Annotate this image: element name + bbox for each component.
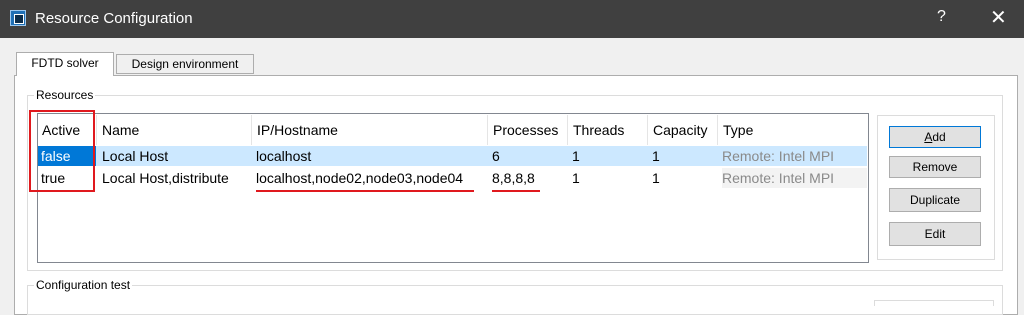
remove-button[interactable]: Remove — [889, 156, 981, 178]
tab-fdtd-solver[interactable]: FDTD solver — [16, 52, 114, 76]
annotation-underline-hostname — [256, 190, 474, 192]
column-header-hostname[interactable]: IP/Hostname — [252, 115, 488, 145]
app-icon — [10, 10, 26, 26]
column-header-processes[interactable]: Processes — [488, 115, 568, 145]
cell-capacity[interactable]: 1 — [652, 168, 660, 188]
cell-hostname[interactable]: localhost — [256, 146, 311, 166]
cell-name[interactable]: Local Host — [102, 146, 168, 166]
help-button[interactable]: ? — [937, 8, 946, 26]
annotation-box-active-column — [29, 110, 95, 192]
configuration-test-group — [27, 285, 1003, 315]
cell-type[interactable]: Remote: Intel MPI — [722, 146, 834, 166]
cell-threads[interactable]: 1 — [572, 168, 580, 188]
cell-name[interactable]: Local Host,distribute — [102, 168, 229, 188]
window-title: Resource Configuration — [35, 10, 193, 27]
column-header-name[interactable]: Name — [97, 115, 252, 145]
add-button-label: dd — [932, 130, 946, 144]
duplicate-button[interactable]: Duplicate — [889, 188, 981, 212]
add-button[interactable]: Add — [889, 126, 981, 148]
cell-processes[interactable]: 8,8,8,8 — [492, 168, 535, 188]
cell-processes[interactable]: 6 — [492, 146, 500, 166]
edit-button[interactable]: Edit — [889, 222, 981, 246]
column-header-threads[interactable]: Threads — [568, 115, 648, 145]
column-header-capacity[interactable]: Capacity — [648, 115, 718, 145]
column-header-type[interactable]: Type — [718, 115, 868, 145]
resources-legend: Resources — [34, 88, 96, 102]
cell-hostname[interactable]: localhost,node02,node03,node04 — [256, 168, 463, 188]
tab-design-environment[interactable]: Design environment — [116, 54, 254, 74]
close-icon[interactable]: ✕ — [990, 5, 1007, 30]
cell-capacity[interactable]: 1 — [652, 146, 660, 166]
configuration-test-legend: Configuration test — [34, 278, 133, 292]
cell-type[interactable]: Remote: Intel MPI — [722, 168, 867, 188]
title-bar: Resource Configuration ? ✕ — [0, 0, 1024, 38]
annotation-underline-processes — [492, 190, 540, 192]
cell-threads[interactable]: 1 — [572, 146, 580, 166]
configuration-test-panel — [874, 300, 994, 306]
